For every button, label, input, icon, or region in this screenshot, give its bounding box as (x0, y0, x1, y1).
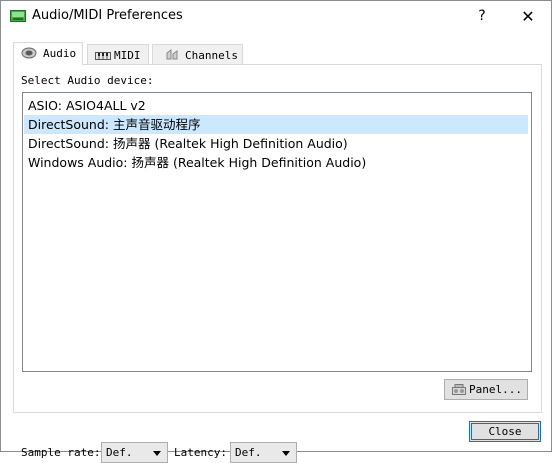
tab-channels[interactable]: Channels (152, 44, 243, 64)
sample-rate-dropdown[interactable]: Def. (101, 442, 168, 463)
title-bar: Audio/MIDI Preferences ? ✕ (1, 1, 551, 32)
latency-value: Def. (235, 446, 262, 459)
preferences-window: Audio/MIDI Preferences ? ✕ Audio MIDI Ch… (0, 0, 552, 463)
sample-rate-label: Sample rate: (21, 446, 101, 459)
control-panel-icon (452, 384, 466, 395)
close-button[interactable]: Close (469, 421, 541, 442)
speaker-icon (21, 47, 37, 59)
window-title: Audio/MIDI Preferences (32, 8, 183, 23)
tab-midi[interactable]: MIDI (87, 44, 149, 64)
list-item[interactable]: Windows Audio: 扬声器 (Realtek High Definit… (24, 153, 528, 172)
window-close-button[interactable]: ✕ (505, 1, 551, 32)
select-device-label: Select Audio device: (21, 74, 154, 87)
latency-dropdown[interactable]: Def. (230, 442, 297, 463)
sample-rate-value: Def. (106, 446, 133, 459)
panel-button[interactable]: Panel... (444, 379, 528, 400)
audio-tab-panel: Select Audio device: ASIO: ASIO4ALL v2 D… (13, 64, 542, 463)
help-button[interactable]: ? (459, 1, 505, 32)
tab-channels-label: Channels (185, 49, 238, 62)
tab-audio[interactable]: Audio (13, 42, 83, 65)
tab-audio-label: Audio (43, 47, 77, 60)
panel-button-label: Panel... (469, 383, 522, 396)
latency-label: Latency: (174, 446, 227, 459)
app-icon (10, 10, 26, 22)
tab-midi-label: MIDI (114, 49, 141, 62)
channels-icon (166, 49, 178, 60)
list-item[interactable]: DirectSound: 主声音驱动程序 (24, 115, 528, 134)
list-item[interactable]: ASIO: ASIO4ALL v2 (24, 96, 528, 115)
list-item[interactable]: DirectSound: 扬声器 (Realtek High Definitio… (24, 134, 528, 153)
audio-device-list[interactable]: ASIO: ASIO4ALL v2 DirectSound: 主声音驱动程序 D… (22, 92, 532, 372)
keyboard-icon (95, 52, 111, 60)
